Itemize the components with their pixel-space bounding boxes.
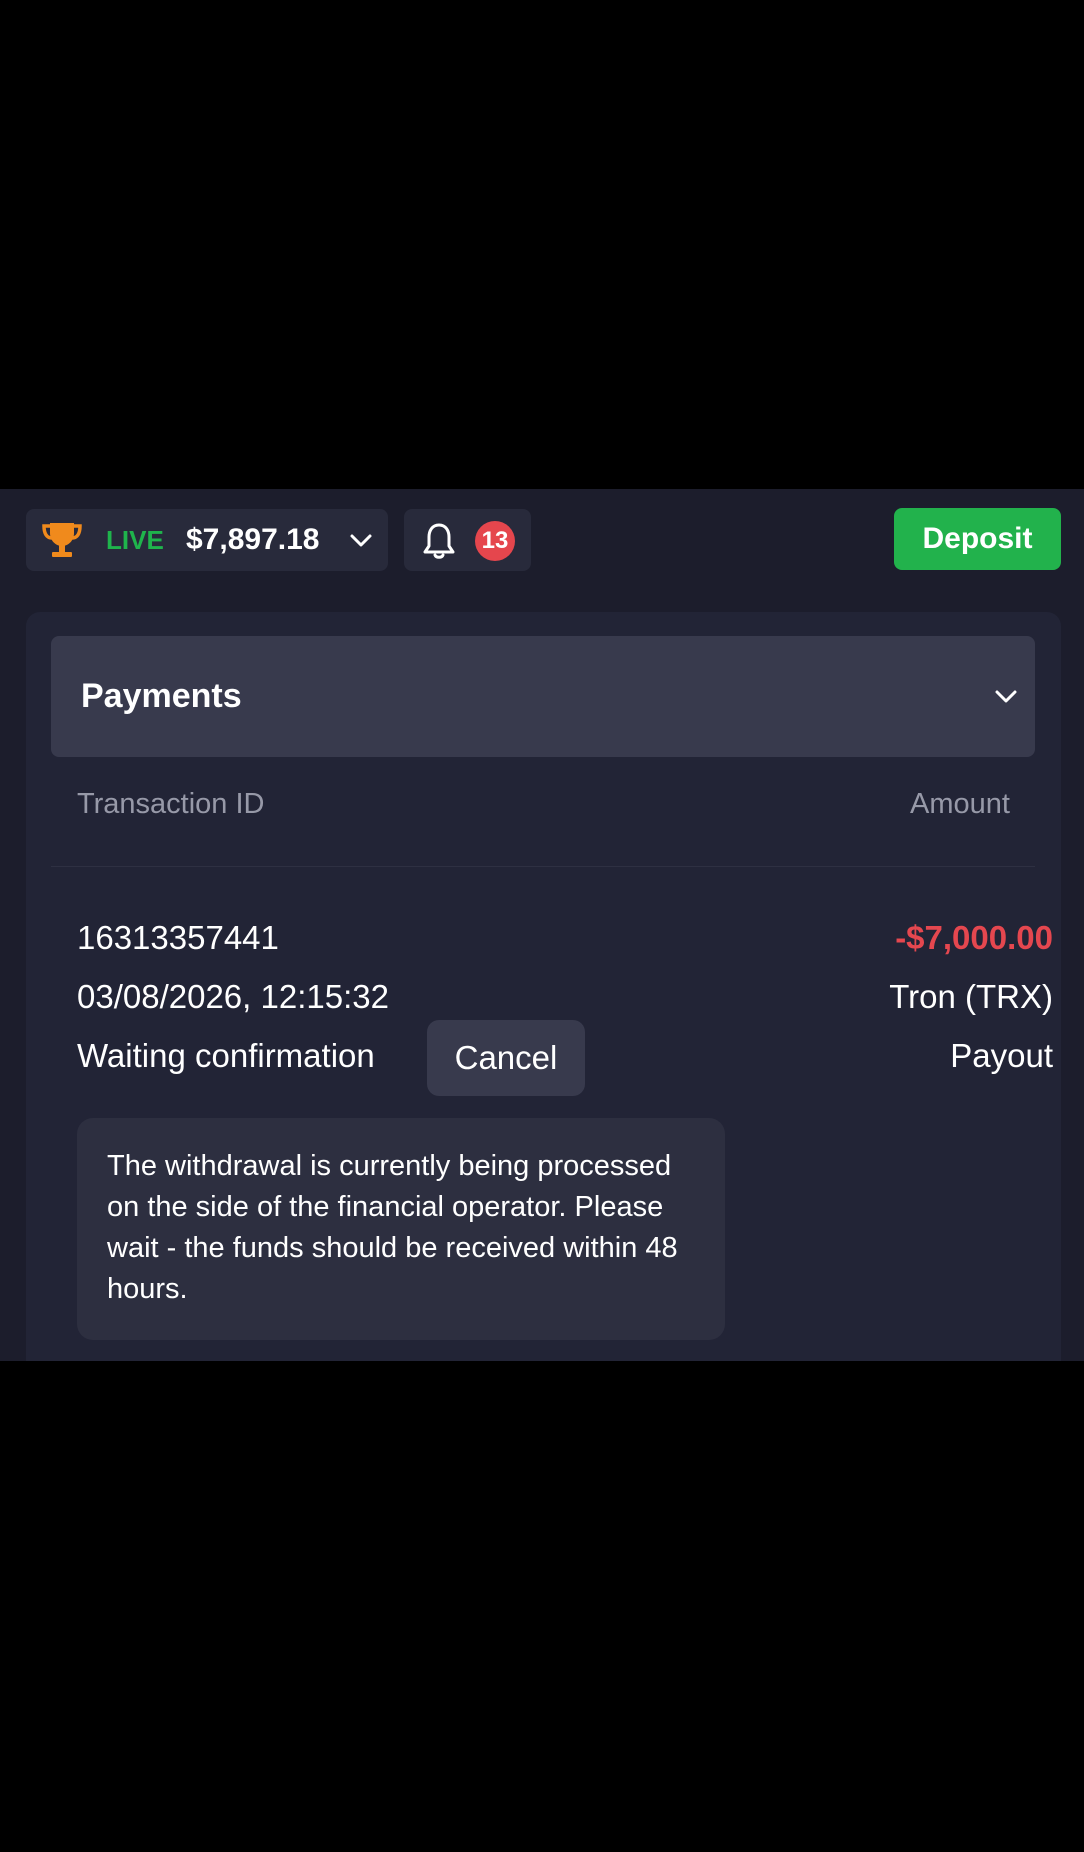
account-type-label: LIVE xyxy=(106,525,164,555)
notification-count-badge: 13 xyxy=(475,521,515,561)
transaction-method: Tron (TRX) xyxy=(889,978,1053,1015)
transaction-status: Waiting confirmation xyxy=(77,1037,375,1074)
status-info-tooltip: The withdrawal is currently being proces… xyxy=(77,1118,725,1340)
payments-title: Payments xyxy=(81,677,242,715)
balance-amount: $7,897.18 xyxy=(186,523,320,556)
status-info-text: The withdrawal is currently being proces… xyxy=(107,1150,678,1305)
deposit-button[interactable]: Deposit xyxy=(894,508,1061,570)
transaction-amount: -$7,000.00 xyxy=(895,919,1053,956)
cancel-button[interactable]: Cancel xyxy=(427,1020,585,1096)
transaction-type: Payout xyxy=(950,1037,1053,1074)
payments-section-toggle[interactable]: Payments xyxy=(51,636,1035,757)
transaction-id: 16313357441 xyxy=(77,919,279,956)
bell-icon xyxy=(423,523,455,559)
app-screen: LIVE $7,897.18 13 Deposit Payments Trans… xyxy=(0,489,1084,1361)
chevron-down-icon xyxy=(995,690,1017,703)
column-header-transaction-id: Transaction ID xyxy=(77,788,265,820)
account-balance-selector[interactable]: LIVE $7,897.18 xyxy=(26,509,388,571)
payments-panel: Payments Transaction ID Amount 163133574… xyxy=(26,612,1061,1361)
trophy-icon xyxy=(42,523,82,557)
chevron-down-icon xyxy=(350,534,372,547)
header-divider xyxy=(51,866,1035,867)
notifications-button[interactable]: 13 xyxy=(404,509,531,571)
column-header-amount: Amount xyxy=(910,788,1010,820)
transaction-datetime: 03/08/2026, 12:15:32 xyxy=(77,978,389,1015)
top-bar: LIVE $7,897.18 13 Deposit xyxy=(0,489,1084,599)
